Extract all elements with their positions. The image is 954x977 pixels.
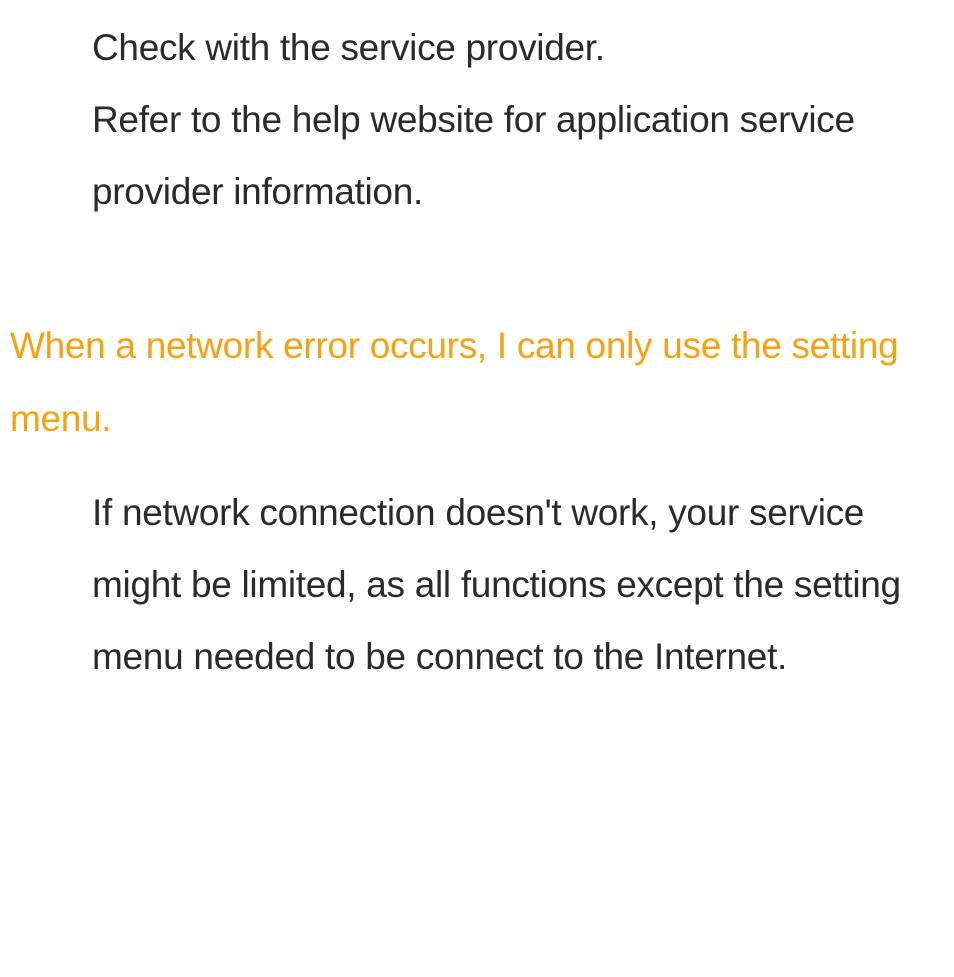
intro-line-1: Check with the service provider. [92,12,924,84]
section-heading-block: When a network error occurs, I can only … [0,310,954,454]
section-body-block: If network connection doesn't work, your… [0,477,954,693]
section-body: If network connection doesn't work, your… [92,477,924,693]
intro-block: Check with the service provider. Refer t… [0,12,954,228]
intro-line-2: Refer to the help website for applicatio… [92,84,924,228]
section-heading: When a network error occurs, I can only … [10,310,924,454]
